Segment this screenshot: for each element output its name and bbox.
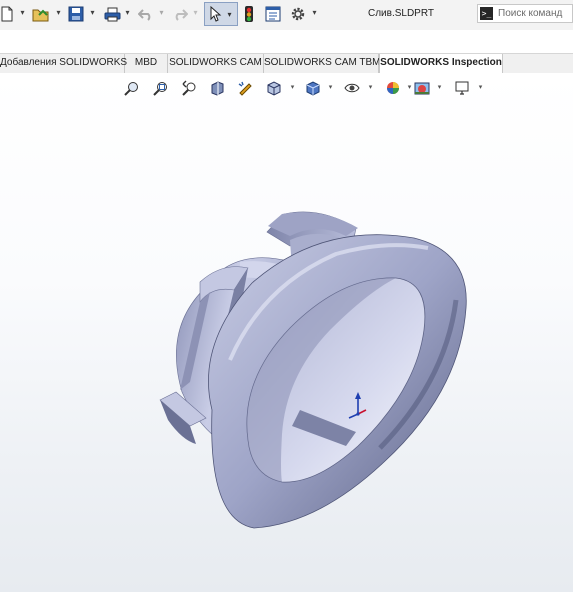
rebuild-traffic-light-icon[interactable] [242, 4, 256, 24]
open-dropdown-chevron-icon[interactable]: ▾ [55, 9, 62, 17]
main-toolbar: ▾ ▾ ▾ ▾ ▾ ▾ ▾ ▾ Слив.SLDPRT >_ Поиск ком… [0, 0, 573, 30]
undo-dropdown-chevron-icon[interactable]: ▾ [158, 9, 165, 17]
select-pointer-button[interactable]: ▾ [204, 2, 238, 26]
tab-solidworks-addins[interactable]: Добавления SOLIDWORKS [0, 54, 127, 73]
document-title: Слив.SLDPRT [368, 8, 435, 19]
search-placeholder: Поиск команд [498, 8, 563, 19]
options-gear-icon[interactable] [288, 4, 308, 24]
save-icon[interactable] [67, 4, 85, 24]
graphics-viewport[interactable]: ▾ ▾ ▾ ▾ ▾ ▾ [0, 73, 573, 592]
tab-solidworks-cam-tbm[interactable]: SOLIDWORKS CAM TBM [264, 54, 381, 73]
print-dropdown-chevron-icon[interactable]: ▾ [124, 9, 131, 17]
print-icon[interactable] [103, 4, 121, 24]
open-folder-icon[interactable] [31, 4, 51, 24]
select-dropdown-chevron-icon: ▾ [227, 9, 232, 19]
undo-icon[interactable] [137, 4, 155, 24]
part-model[interactable] [0, 73, 573, 592]
redo-dropdown-chevron-icon[interactable]: ▾ [192, 9, 199, 17]
command-search-field[interactable]: >_ Поиск команд [477, 4, 573, 23]
new-dropdown-chevron-icon[interactable]: ▾ [19, 9, 26, 17]
tab-solidworks-inspection[interactable]: SOLIDWORKS Inspection [379, 54, 503, 73]
command-manager-tabs: Добавления SOLIDWORKS MBD SOLIDWORKS CAM… [0, 53, 573, 74]
select-pointer-icon [210, 6, 222, 22]
tab-solidworks-cam[interactable]: SOLIDWORKS CAM [168, 54, 264, 73]
save-dropdown-chevron-icon[interactable]: ▾ [89, 9, 96, 17]
redo-icon[interactable] [171, 4, 189, 24]
options-dropdown-chevron-icon[interactable]: ▾ [311, 9, 318, 17]
command-prompt-icon: >_ [480, 7, 493, 20]
tab-mbd[interactable]: MBD [125, 54, 168, 73]
new-document-icon[interactable] [0, 4, 14, 24]
file-properties-icon[interactable] [263, 4, 283, 24]
